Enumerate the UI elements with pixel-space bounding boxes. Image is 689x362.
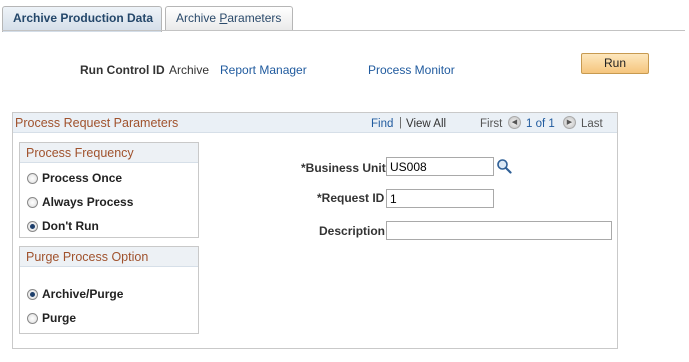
panel-title: Process Request Parameters — [15, 116, 179, 130]
radio-archive-purge[interactable]: Archive/Purge — [27, 286, 123, 302]
radio-purge[interactable]: Purge — [27, 310, 76, 326]
previous-arrow-icon[interactable]: ◀ — [508, 116, 521, 129]
business-unit-input[interactable] — [386, 157, 494, 176]
tab-bar: Archive Production Data Archive Paramete… — [2, 6, 687, 32]
header-separator: | — [399, 117, 402, 129]
run-button[interactable]: Run — [581, 53, 649, 74]
report-manager-link[interactable]: Report Manager — [220, 63, 307, 77]
radio-process-once[interactable]: Process Once — [27, 170, 122, 186]
radio-label: Archive/Purge — [42, 287, 124, 301]
radio-label: Always Process — [42, 195, 134, 209]
radio-button[interactable] — [27, 196, 38, 208]
last-label[interactable]: Last — [581, 118, 603, 130]
radio-label: Process Once — [42, 171, 123, 185]
process-frequency-title: Process Frequency — [26, 146, 134, 160]
row-count: 1 of 1 — [526, 118, 555, 130]
process-frequency-group: Process Frequency Process Once Always Pr… — [19, 142, 199, 238]
radio-label: Purge — [42, 311, 77, 325]
panel-header: Process Request Parameters Find | View A… — [13, 113, 617, 133]
process-monitor-link[interactable]: Process Monitor — [368, 63, 455, 77]
radio-always-process[interactable]: Always Process — [27, 194, 133, 210]
process-request-parameters-panel: Process Request Parameters Find | View A… — [12, 112, 618, 349]
first-label[interactable]: First — [480, 118, 502, 130]
view-all-link[interactable]: View All — [406, 118, 446, 130]
description-label: Description — [319, 224, 386, 238]
purge-process-option-group: Purge Process Option Archive/Purge Purge — [19, 246, 199, 334]
tab-archive-production-data[interactable]: Archive Production Data — [2, 6, 162, 32]
radio-button[interactable] — [27, 312, 38, 324]
purge-process-option-header: Purge Process Option — [20, 247, 198, 267]
description-input[interactable] — [386, 221, 612, 240]
tab-label-suffix: arameters — [227, 11, 282, 25]
find-link[interactable]: Find — [371, 118, 393, 130]
business-unit-label: *Business Unit — [301, 161, 386, 175]
radio-label: Don't Run — [42, 219, 99, 233]
run-control-value: Archive — [169, 63, 210, 77]
run-control-label: Run Control ID — [80, 63, 165, 77]
request-id-label: *Request ID — [317, 191, 385, 205]
process-frequency-header: Process Frequency — [20, 143, 198, 163]
radio-button-selected[interactable] — [27, 288, 38, 300]
next-arrow-icon[interactable]: ▶ — [563, 116, 576, 129]
radio-button-selected[interactable] — [27, 220, 38, 232]
tab-divider — [2, 30, 685, 31]
tab-label-prefix: Archive — [176, 11, 220, 25]
tab-archive-parameters[interactable]: Archive Parameters — [165, 6, 293, 31]
request-id-input[interactable] — [386, 189, 494, 208]
magnifier-icon[interactable] — [496, 158, 512, 174]
radio-dont-run[interactable]: Don't Run — [27, 218, 99, 234]
purge-process-option-title: Purge Process Option — [26, 250, 149, 264]
radio-button[interactable] — [27, 172, 38, 184]
